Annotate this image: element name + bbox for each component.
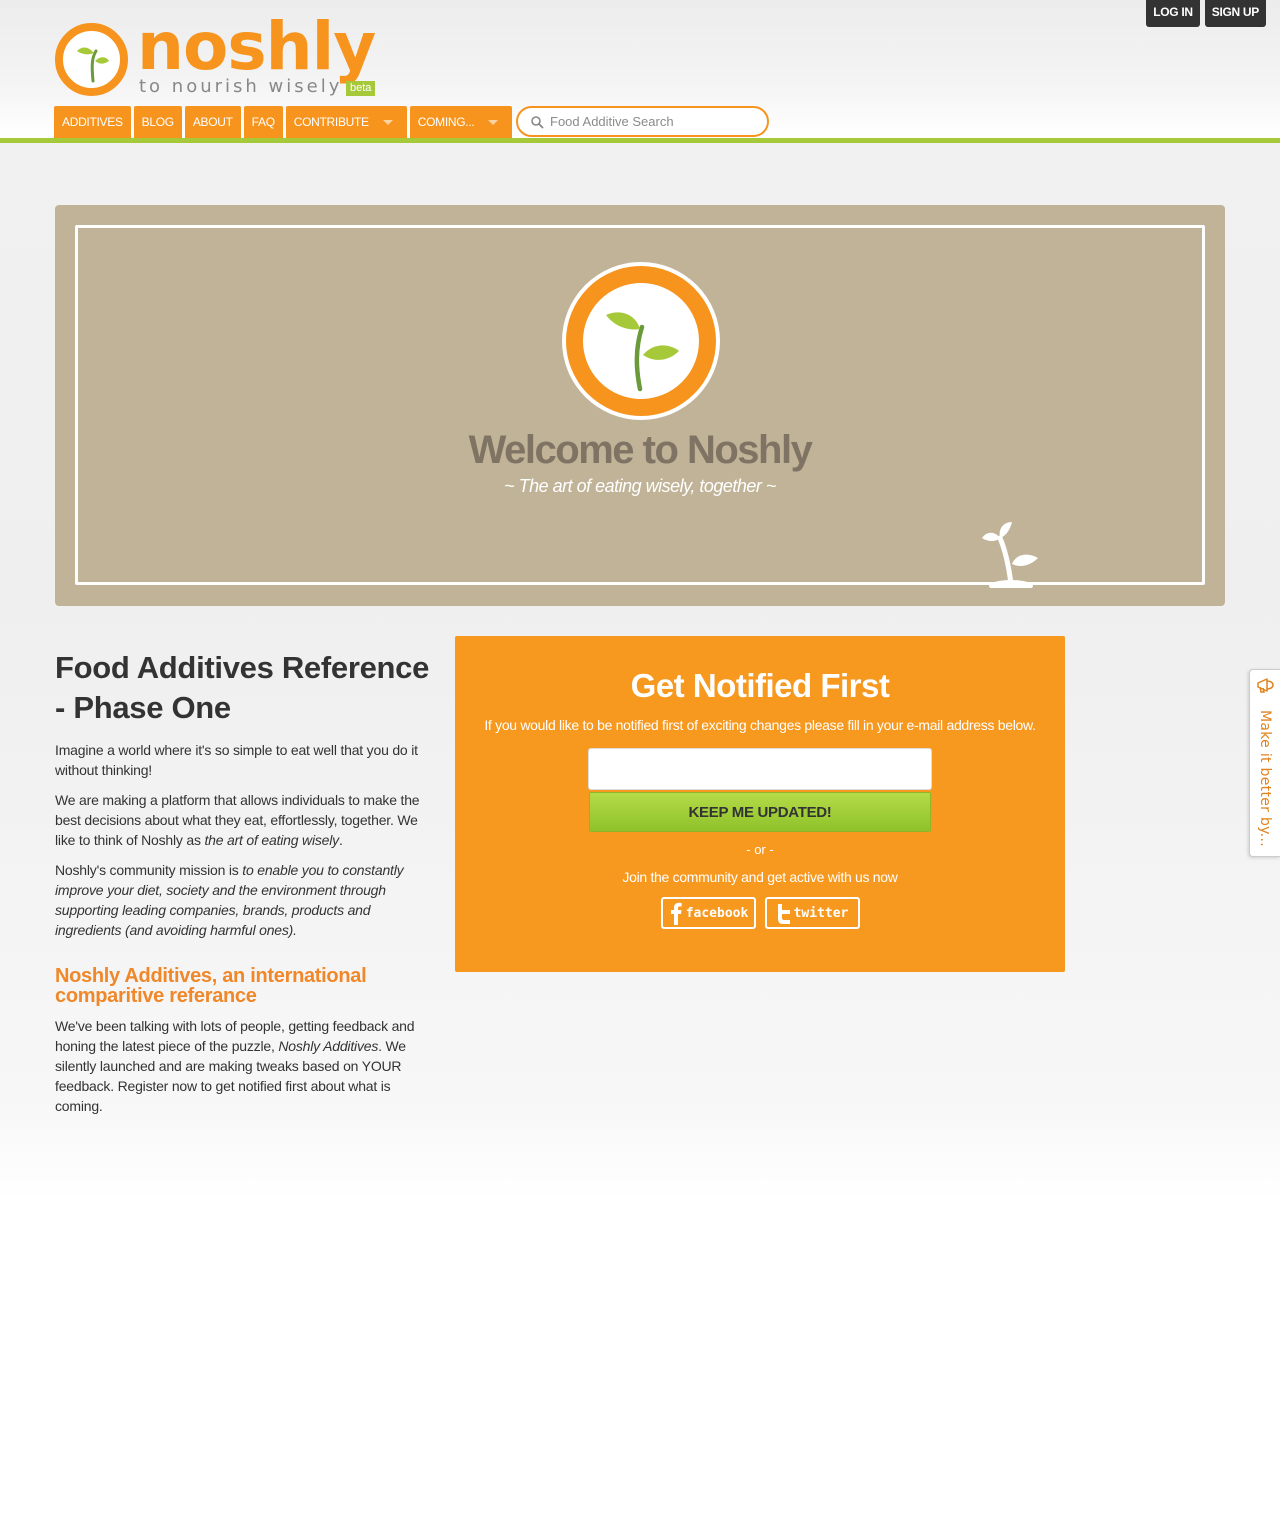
hero-title: Welcome to Noshly <box>468 428 813 472</box>
social-buttons: facebook twitter <box>455 897 1065 929</box>
megaphone-icon <box>1257 678 1274 693</box>
join-community-text: Join the community and get active with u… <box>622 869 898 885</box>
hero-banner: Welcome to Noshly ~ The art of eating wi… <box>55 205 1225 606</box>
notify-title: Get Notified First <box>630 667 890 704</box>
intro-section: Food Additives Reference - Phase One Ima… <box>55 648 430 1126</box>
hero-frame: Welcome to Noshly ~ The art of eating wi… <box>75 225 1205 588</box>
additives-subheading: Noshly Additives, an international compa… <box>55 965 367 1007</box>
twitter-icon <box>777 904 790 924</box>
nav-about[interactable]: ABOUT <box>184 106 241 138</box>
nav-faq[interactable]: FAQ <box>243 106 283 138</box>
logo-wordmark: noshly <box>137 8 376 85</box>
or-divider: - or - <box>746 842 774 857</box>
signup-button[interactable]: SIGN UP <box>1204 0 1266 27</box>
intro-paragraph: Imagine a world where it's so simple to … <box>55 742 418 778</box>
search-icon <box>531 115 544 128</box>
hero-subtitle: ~ The art of eating wisely, together ~ <box>504 476 776 496</box>
search-input[interactable] <box>550 114 760 129</box>
facebook-button[interactable]: facebook <box>660 897 756 929</box>
additive-search <box>516 106 769 137</box>
hero-sprout-logo-icon <box>562 262 720 420</box>
email-field[interactable] <box>588 748 932 790</box>
login-button[interactable]: LOG IN <box>1146 0 1200 27</box>
caret-down-icon <box>488 119 499 125</box>
nav-additives[interactable]: ADDITIVES <box>54 106 131 138</box>
nav-contribute[interactable]: CONTRIBUTE <box>285 106 407 138</box>
caret-down-icon <box>382 119 393 125</box>
logo-tagline: to nourish wisely <box>139 76 343 97</box>
sprout-icon <box>982 522 1038 588</box>
main-nav: ADDITIVES BLOG ABOUT FAQ CONTRIBUTE COMI… <box>54 106 513 138</box>
mission-paragraph: Noshly's community mission is to enable … <box>55 862 404 938</box>
intro-heading: Food Additives Reference - Phase One <box>55 650 430 725</box>
facebook-icon <box>670 902 682 925</box>
keep-me-updated-button[interactable]: KEEP ME UPDATED! <box>589 792 931 832</box>
site-header: LOG IN SIGN UP noshly to nourish wisely … <box>0 0 1280 143</box>
nav-coming[interactable]: COMING... <box>409 106 513 138</box>
notify-description: If you would like to be notified first o… <box>484 717 1036 733</box>
intro-paragraph: We are making a platform that allows ind… <box>55 792 420 848</box>
twitter-button[interactable]: twitter <box>764 897 860 929</box>
site-logo[interactable]: noshly to nourish wisely beta <box>55 8 385 98</box>
notify-signup-box: Get Notified First If you would like to … <box>455 636 1065 972</box>
feedback-tab[interactable]: Make it better by... <box>1249 669 1280 857</box>
sprout-logo-icon <box>55 23 128 96</box>
additives-paragraph: We've been talking with lots of people, … <box>55 1018 415 1114</box>
beta-badge: beta <box>346 81 376 96</box>
auth-buttons: LOG IN SIGN UP <box>1146 0 1266 27</box>
feedback-label: Make it better by... <box>1257 710 1273 847</box>
nav-blog[interactable]: BLOG <box>133 106 182 138</box>
